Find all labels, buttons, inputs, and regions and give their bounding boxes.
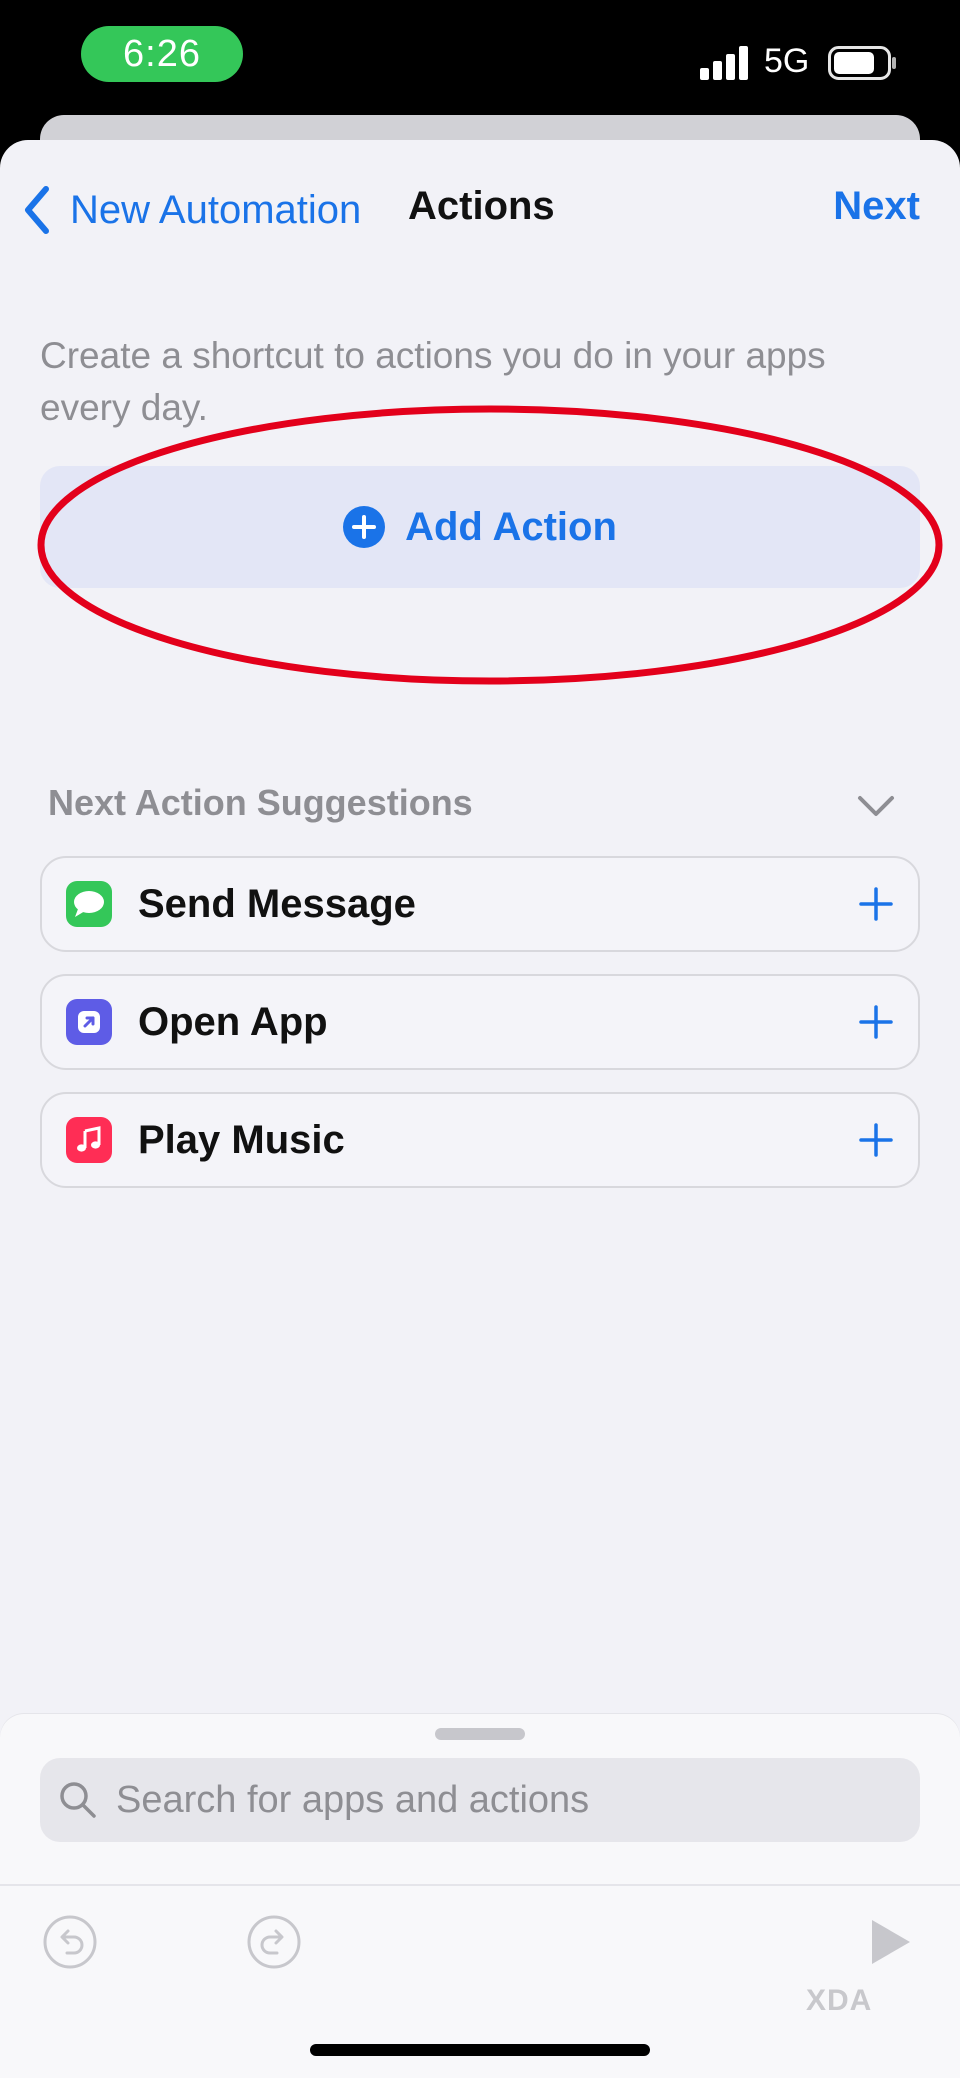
network-type: 5G [764, 42, 810, 80]
suggestion-play-music[interactable]: Play Music [40, 1092, 920, 1188]
description-text: Create a shortcut to actions you do in y… [40, 335, 826, 428]
redo-icon[interactable] [246, 1914, 302, 1970]
chevron-down-icon[interactable] [856, 792, 896, 820]
back-button[interactable]: New Automation [20, 180, 361, 240]
add-action-label: Add Action [405, 504, 617, 549]
music-icon [66, 1117, 112, 1163]
undo-icon[interactable] [42, 1914, 98, 1970]
back-button-label: New Automation [70, 187, 362, 232]
suggestion-label: Send Message [138, 881, 416, 926]
suggestion-label: Play Music [138, 1117, 345, 1162]
xda-watermark: XDA [806, 1984, 873, 2017]
suggestion-send-message[interactable]: Send Message [40, 856, 920, 952]
next-button[interactable]: Next [833, 184, 920, 229]
sheet-grabber[interactable] [435, 1728, 525, 1740]
battery-icon [828, 46, 896, 80]
home-indicator[interactable] [310, 2044, 650, 2056]
search-icon [60, 1782, 96, 1818]
chevron-left-icon [25, 186, 49, 234]
toolbar-divider [0, 1884, 960, 1886]
add-action-button[interactable]: Add Action [40, 466, 920, 588]
add-icon[interactable] [858, 886, 894, 922]
add-icon[interactable] [858, 1004, 894, 1040]
messages-icon [66, 881, 112, 927]
page-title: Actions [408, 184, 555, 228]
add-icon[interactable] [858, 1122, 894, 1158]
suggestions-header: Next Action Suggestions [48, 782, 473, 823]
status-time: 6:26 [81, 26, 243, 82]
open-app-icon [66, 999, 112, 1045]
signal-icon [700, 46, 748, 80]
suggestion-label: Open App [138, 999, 328, 1044]
suggestion-open-app[interactable]: Open App [40, 974, 920, 1070]
suggestions-list: Send Message Open App Play Music [40, 856, 920, 1210]
search-bar[interactable] [40, 1758, 920, 1842]
search-input[interactable] [114, 1777, 878, 1823]
plus-circle-icon [343, 506, 386, 548]
play-icon[interactable] [866, 1916, 914, 1968]
phone-screen: 6:26 5G New Automation Actions Next Crea… [0, 0, 960, 2078]
